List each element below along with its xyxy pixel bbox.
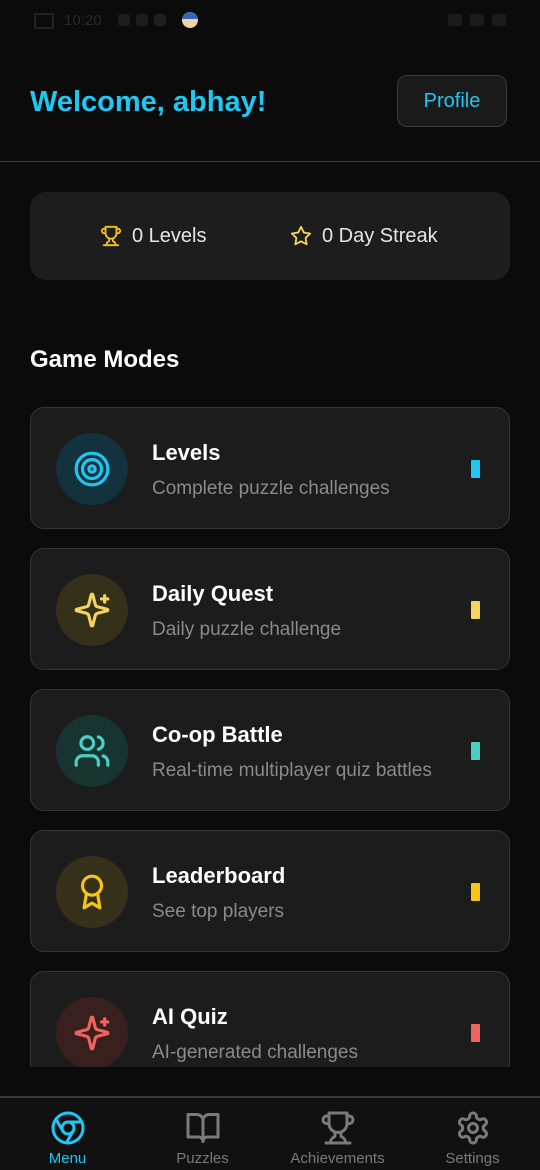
welcome-title: Welcome, abhay! xyxy=(30,86,267,118)
streak-count: 0 Day Streak xyxy=(322,224,438,247)
sparkles-icon xyxy=(74,592,110,628)
nav-label: Settings xyxy=(445,1150,500,1167)
screen-record-icon xyxy=(34,13,54,29)
mode-accent-bar xyxy=(471,742,480,760)
mode-card-ai-quiz[interactable]: AI Quiz AI-generated challenges xyxy=(30,971,510,1067)
mode-accent-bar xyxy=(471,883,480,901)
gear-icon xyxy=(457,1111,488,1145)
mode-title: Leaderboard xyxy=(152,863,286,888)
app-screen: 10:20 Welcome, abhay! Profile 0 Levels 0… xyxy=(0,0,540,1170)
mode-icon-bg xyxy=(56,433,128,505)
system-icons xyxy=(448,14,506,26)
bottom-nav: Menu Puzzles Achievements Settings xyxy=(0,1096,540,1170)
mode-icon-bg xyxy=(56,715,128,787)
mode-title: AI Quiz xyxy=(152,1004,228,1029)
game-modes-list: Levels Complete puzzle challenges Daily … xyxy=(30,407,510,1067)
mode-subtitle: Complete puzzle challenges xyxy=(152,478,390,499)
nav-label: Achievements xyxy=(290,1150,385,1167)
stats-card: 0 Levels 0 Day Streak xyxy=(30,192,510,280)
status-bar: 10:20 xyxy=(0,0,540,40)
mode-subtitle: Daily puzzle challenge xyxy=(152,619,342,640)
mode-icon-bg xyxy=(56,574,128,646)
award-icon xyxy=(80,874,104,910)
mode-subtitle: See top players xyxy=(152,901,285,922)
app-header: Welcome, abhay! Profile xyxy=(0,40,540,162)
profile-button[interactable]: Profile xyxy=(397,75,507,127)
nav-label: Menu xyxy=(48,1150,87,1167)
mode-title: Co-op Battle xyxy=(152,722,283,747)
nav-item-achievements[interactable]: Achievements xyxy=(270,1098,405,1170)
mail-icon xyxy=(136,14,148,26)
mode-subtitle: AI-generated challenges xyxy=(152,1042,358,1063)
book-open-icon xyxy=(186,1113,219,1143)
mode-subtitle: Real-time multiplayer quiz battles xyxy=(152,760,432,781)
signal-icon xyxy=(470,14,484,26)
levels-stat: 0 Levels xyxy=(100,192,207,280)
nav-item-menu[interactable]: Menu xyxy=(0,1098,135,1170)
trophy-icon xyxy=(321,1111,354,1145)
mode-card-daily-quest[interactable]: Daily Quest Daily puzzle challenge xyxy=(30,548,510,670)
mode-title: Levels xyxy=(152,440,221,465)
avatar-icon xyxy=(182,12,198,28)
alarm-icon xyxy=(154,14,166,26)
chrome-icon xyxy=(51,1111,84,1145)
target-icon xyxy=(74,451,110,487)
nav-item-settings[interactable]: Settings xyxy=(405,1098,540,1170)
status-time: 10:20 xyxy=(64,12,102,29)
users-icon xyxy=(74,735,110,767)
mode-title: Daily Quest xyxy=(152,581,274,606)
notification-icons xyxy=(118,14,166,26)
mode-icon-bg xyxy=(56,997,128,1067)
star-icon xyxy=(290,225,312,246)
mode-accent-bar xyxy=(471,1024,480,1042)
trophy-icon xyxy=(100,225,122,247)
mode-icon-bg xyxy=(56,856,128,928)
streak-stat: 0 Day Streak xyxy=(290,192,438,280)
levels-count: 0 Levels xyxy=(132,224,207,247)
section-title: Game Modes xyxy=(30,346,180,373)
sparkles-icon xyxy=(74,1015,110,1051)
mode-card-levels[interactable]: Levels Complete puzzle challenges xyxy=(30,407,510,529)
mode-accent-bar xyxy=(471,460,480,478)
mode-card-coop-battle[interactable]: Co-op Battle Real-time multiplayer quiz … xyxy=(30,689,510,811)
notification-icon xyxy=(118,14,130,26)
mode-card-leaderboard[interactable]: Leaderboard See top players xyxy=(30,830,510,952)
nav-label: Puzzles xyxy=(176,1150,229,1167)
wifi-icon xyxy=(448,14,462,26)
nav-item-puzzles[interactable]: Puzzles xyxy=(135,1098,270,1170)
battery-icon xyxy=(492,14,506,26)
mode-accent-bar xyxy=(471,601,480,619)
